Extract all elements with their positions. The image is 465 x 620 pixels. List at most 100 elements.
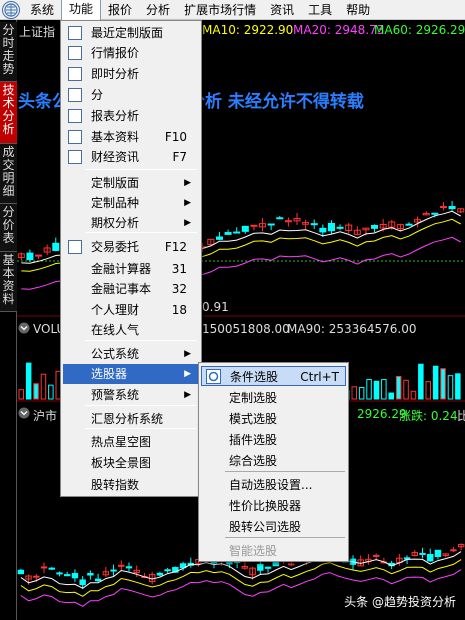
app-window: 系统 功能 报价 分析 扩展市场行情 资讯 工具 帮助 分时走势 技术分析 成交…	[0, 0, 465, 620]
tab-basic-info[interactable]: 基本资料	[0, 252, 17, 312]
menu-item-6[interactable]: 财经资讯 F7	[63, 147, 199, 167]
tab-timeshare[interactable]: 分时走势	[0, 22, 17, 82]
menu-item-10[interactable]: 交易委托 F12	[63, 237, 199, 257]
submenu-arrow-icon: ▶	[184, 178, 191, 188]
menu-item-16[interactable]: 选股器 ▶	[63, 364, 199, 384]
submenu-item-label: 定制选股	[229, 391, 278, 405]
lower-candle-body	[118, 564, 125, 567]
volume-bar	[366, 378, 372, 400]
menu-item-label: 选股器	[91, 367, 128, 381]
menu-analysis[interactable]: 分析	[139, 0, 177, 20]
menu-item-12[interactable]: 金融记事本 32	[63, 279, 199, 299]
lower-collapse-icon[interactable]	[18, 407, 30, 422]
lower-candle-body	[125, 566, 133, 569]
upper-candle-body	[439, 206, 447, 209]
f12-icon	[68, 240, 82, 254]
menu-item-8[interactable]: 定制品种 ▶	[63, 193, 199, 213]
submenu-item-4[interactable]: 综合选股	[201, 451, 346, 471]
menu-item-label: 最近定制版面	[91, 26, 164, 40]
ma90-label: MA90: 253364576.00	[287, 322, 417, 336]
submenu-item-7[interactable]: 股转公司选股	[201, 517, 346, 537]
menu-item-2[interactable]: 即时分析	[63, 64, 199, 84]
volume-bar	[403, 379, 409, 400]
submenu-arrow-icon: ▶	[184, 218, 191, 228]
lower-change: 涨跌: 0.24	[399, 409, 458, 423]
menu-function[interactable]: 功能	[61, 0, 102, 20]
lower-candle-body	[33, 575, 40, 578]
menu-item-5[interactable]: 基本资料 F10	[63, 127, 199, 147]
menu-item-3[interactable]: 分	[63, 85, 199, 105]
menu-item-4[interactable]: 报表分析	[63, 106, 199, 126]
screener-icon	[206, 369, 221, 384]
menu-item-19[interactable]: 热点星空图	[63, 432, 199, 452]
volume-bar	[440, 368, 446, 400]
menu-quote[interactable]: 报价	[101, 0, 139, 20]
menu-item-label: 交易委托	[91, 240, 140, 254]
submenu-item-label: 智能选股	[229, 544, 278, 558]
volume-bar	[410, 390, 417, 400]
menu-item-label: 即时分析	[91, 67, 140, 81]
menu-item-1[interactable]: 行情报价	[63, 43, 199, 63]
volume-bar	[373, 380, 380, 400]
menu-item-label: 期权分析	[91, 216, 140, 230]
menu-tools[interactable]: 工具	[301, 0, 339, 20]
menu-item-shortcut: F12	[164, 240, 187, 254]
volume-bar	[48, 384, 54, 400]
volume-bar	[388, 392, 394, 400]
vol-collapse-icon[interactable]	[18, 322, 30, 337]
menu-item-21[interactable]: 股转指数	[63, 475, 199, 495]
menu-item-label: 基本资料	[91, 130, 140, 144]
submenu-item-6[interactable]: 性价比换股器	[201, 496, 346, 516]
tab-trade-detail[interactable]: 成交明细	[0, 144, 17, 204]
menu-item-label: 行情报价	[91, 46, 140, 60]
volume-bar	[425, 381, 431, 400]
news-icon	[68, 150, 82, 164]
submenu-item-0[interactable]: 条件选股 Ctrl+T	[201, 366, 346, 386]
lower-candle-body	[56, 572, 63, 575]
table-icon	[68, 46, 82, 60]
menu-item-label: 股转指数	[91, 478, 140, 492]
tab-technical-analysis[interactable]: 技术分析	[0, 82, 17, 144]
lower-change-tail: 比	[457, 409, 465, 423]
lower-candle-body	[40, 566, 48, 569]
upper-candle-body	[224, 232, 232, 235]
menu-item-7[interactable]: 定制版面 ▶	[63, 173, 199, 193]
menu-item-0[interactable]: 最近定制版面	[63, 23, 199, 43]
submenu-item-label: 模式选股	[229, 412, 278, 426]
menu-extended-market[interactable]: 扩展市场行情	[177, 0, 263, 20]
menu-item-9[interactable]: 期权分析 ▶	[63, 213, 199, 233]
menu-item-18[interactable]: 汇恩分析系统	[63, 409, 199, 429]
submenu-item-5[interactable]: 自动选股设置...	[201, 475, 346, 495]
upper-candle-body	[448, 206, 456, 210]
lower-candle-body	[17, 569, 25, 575]
lower-candle-body	[156, 572, 164, 576]
menu-news[interactable]: 资讯	[263, 0, 301, 20]
menu-separator	[85, 340, 197, 341]
menu-item-shortcut: 18	[171, 303, 187, 317]
tab-price-table[interactable]: 分价表	[0, 204, 17, 252]
menu-item-13[interactable]: 个人理财 18	[63, 300, 199, 320]
menu-help[interactable]: 帮助	[339, 0, 377, 20]
menu-item-label: 板块全景图	[91, 456, 152, 470]
volume-bar	[40, 373, 47, 400]
menu-item-17[interactable]: 预警系统 ▶	[63, 385, 199, 405]
lower-chart-title: 沪市	[33, 409, 58, 423]
menu-item-11[interactable]: 金融计算器 31	[63, 259, 199, 279]
submenu-item-1[interactable]: 定制选股	[201, 388, 346, 408]
upper-candle-body	[319, 227, 327, 233]
ma20-label: MA20: 2948.73	[293, 23, 385, 37]
app-logo-icon[interactable]	[2, 0, 20, 19]
menu-item-14[interactable]: 在线人气	[63, 320, 199, 340]
volume-bar	[455, 373, 461, 400]
side-tabs: 分时走势 技术分析 成交明细 分价表 基本资料	[0, 20, 17, 620]
upper-candle-body	[284, 220, 292, 223]
submenu-item-8: 智能选股	[201, 541, 346, 561]
menu-item-20[interactable]: 板块全景图	[63, 453, 199, 473]
submenu-item-label: 条件选股	[230, 370, 279, 384]
submenu-item-label: 插件选股	[229, 433, 278, 447]
submenu-item-3[interactable]: 插件选股	[201, 430, 346, 450]
menu-item-15[interactable]: 公式系统 ▶	[63, 344, 199, 364]
submenu-item-2[interactable]: 模式选股	[201, 409, 346, 429]
submenu-arrow-icon: ▶	[184, 369, 191, 379]
menu-system[interactable]: 系统	[23, 0, 61, 20]
